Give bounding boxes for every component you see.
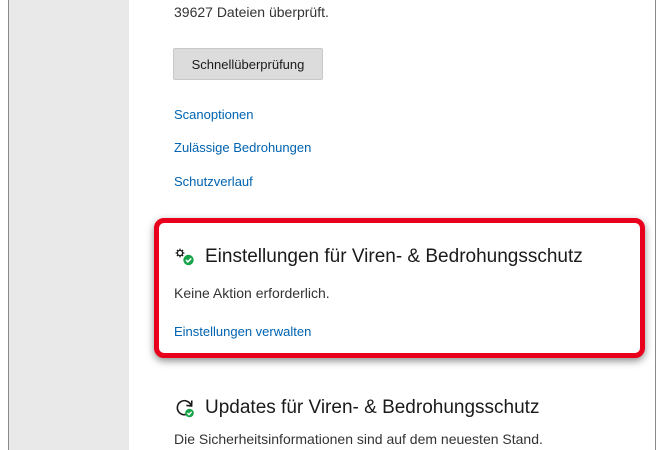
window-frame: 39627 Dateien überprüft. Schnellüberprüf… [8,0,656,450]
scan-options-link[interactable]: Scanoptionen [174,107,254,122]
settings-section-title: Einstellungen für Viren- & Bedrohungssch… [205,246,583,267]
updates-status-text: Die Sicherheitsinformationen sind auf de… [174,431,543,447]
protection-history-link[interactable]: Schutzverlauf [174,174,253,189]
settings-section-header: Einstellungen für Viren- & Bedrohungssch… [174,246,583,268]
allowed-threats-link[interactable]: Zulässige Bedrohungen [174,140,311,155]
navigation-pane [9,0,129,450]
gear-check-icon [174,246,196,268]
quick-scan-button[interactable]: Schnellüberprüfung [173,48,323,80]
files-checked-text: 39627 Dateien überprüft. [174,4,329,20]
settings-status-text: Keine Aktion erforderlich. [174,285,330,301]
main-content: 39627 Dateien überprüft. Schnellüberprüf… [129,0,655,450]
updates-section-header: Updates für Viren- & Bedrohungsschutz [174,397,539,419]
refresh-check-icon [174,397,196,419]
updates-section-title: Updates für Viren- & Bedrohungsschutz [205,397,540,418]
manage-settings-link[interactable]: Einstellungen verwalten [174,324,311,339]
